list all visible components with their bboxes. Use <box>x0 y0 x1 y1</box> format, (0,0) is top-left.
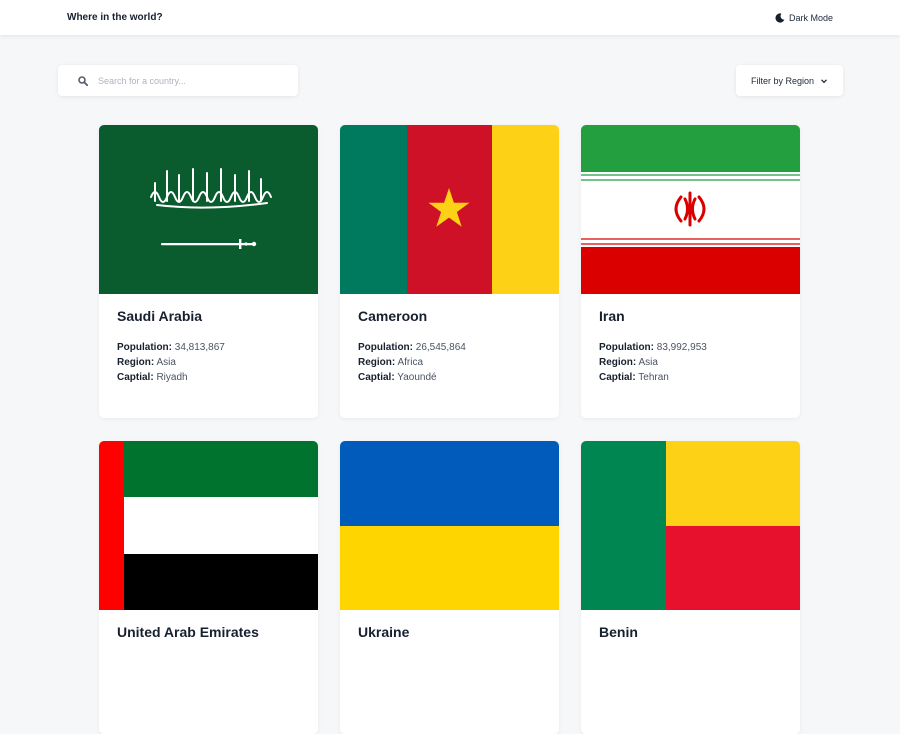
capital-row: Captial: Yaoundé <box>358 370 541 385</box>
country-card-saudi-arabia[interactable]: Saudi Arabia Population: 34,813,867 Regi… <box>99 125 318 418</box>
population-value: 34,813,867 <box>174 342 225 353</box>
country-name: Iran <box>599 308 625 324</box>
search-box[interactable] <box>58 65 298 96</box>
cameroon-flag-image <box>340 125 559 294</box>
iran-flag-image <box>581 125 800 294</box>
population-value: 83,992,953 <box>656 342 707 353</box>
dark-mode-toggle[interactable]: Dark Mode <box>775 13 833 23</box>
capital-label: Captial: <box>599 372 636 383</box>
country-name: Saudi Arabia <box>117 308 203 324</box>
capital-row: Captial: Tehran <box>599 370 782 385</box>
moon-icon <box>775 12 785 23</box>
region-filter-label: Filter by Region <box>750 75 815 86</box>
region-row: Region: Asia <box>117 355 300 370</box>
capital-label: Captial: <box>117 372 154 383</box>
region-value: Asia <box>156 357 176 368</box>
region-filter-dropdown[interactable]: Filter by Region <box>736 65 843 96</box>
population-label: Population: <box>599 342 654 353</box>
region-row: Region: Africa <box>358 355 541 370</box>
region-value: Asia <box>638 357 658 368</box>
country-card-iran[interactable]: Iran Population: 83,992,953 Region: Asia… <box>581 125 800 418</box>
benin-flag-image <box>581 441 800 610</box>
country-card-ukraine[interactable]: Ukraine <box>340 441 559 734</box>
population-row: Population: 34,813,867 <box>117 340 300 355</box>
region-label: Region: <box>358 357 396 368</box>
capital-value: Riyadh <box>156 372 188 383</box>
population-row: Population: 26,545,864 <box>358 340 541 355</box>
region-value: Africa <box>397 357 424 368</box>
country-name: United Arab Emirates <box>117 624 259 640</box>
region-row: Region: Asia <box>599 355 782 370</box>
capital-label: Captial: <box>358 372 395 383</box>
search-icon <box>78 75 88 86</box>
capital-value: Tehran <box>638 372 669 383</box>
population-row: Population: 83,992,953 <box>599 340 782 355</box>
country-card-benin[interactable]: Benin <box>581 441 800 734</box>
country-name: Benin <box>599 624 638 640</box>
capital-row: Captial: Riyadh <box>117 370 300 385</box>
app-title: Where in the world? <box>67 12 163 23</box>
controls-bar: Filter by Region <box>58 65 843 96</box>
population-label: Population: <box>358 342 413 353</box>
uae-flag-image <box>99 441 318 610</box>
country-card-cameroon[interactable]: Cameroon Population: 26,545,864 Region: … <box>340 125 559 418</box>
country-card-united-arab-emirates[interactable]: United Arab Emirates <box>99 441 318 734</box>
region-label: Region: <box>599 357 637 368</box>
country-name: Cameroon <box>358 308 428 324</box>
region-label: Region: <box>117 357 155 368</box>
top-bar: Where in the world? Dark Mode <box>0 0 900 35</box>
country-name: Ukraine <box>358 624 410 640</box>
chevron-down-icon <box>821 78 827 83</box>
population-label: Population: <box>117 342 172 353</box>
search-input[interactable] <box>98 75 278 86</box>
saudi-arabia-flag-image <box>99 125 318 294</box>
capital-value: Yaoundé <box>397 372 437 383</box>
population-value: 26,545,864 <box>415 342 466 353</box>
ukraine-flag-image <box>340 441 559 610</box>
dark-mode-label: Dark Mode <box>788 12 833 23</box>
